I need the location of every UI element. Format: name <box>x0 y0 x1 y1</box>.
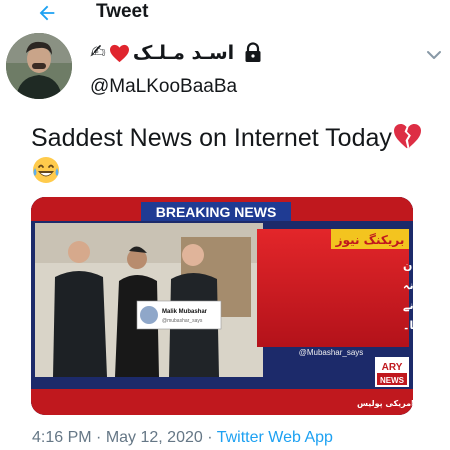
meta-separator: · <box>202 429 217 446</box>
ticker-bar <box>31 389 413 415</box>
inset-name: Malik Mubashar <box>162 309 208 315</box>
person-right-head <box>182 244 204 266</box>
watermark: @Mubashar_says <box>299 348 364 357</box>
lock-icon <box>245 42 261 62</box>
display-name-row[interactable]: ✍ اسـد مـلـک <box>90 40 263 66</box>
breaking-news-banner: BREAKING NEWS <box>156 204 277 220</box>
inset-avatar <box>140 306 158 324</box>
urdu-breaking-tag: بریکنگ نیوز <box>335 233 405 248</box>
display-name: اسـد مـلـک <box>132 42 235 64</box>
inset-handle: @mubashar_says <box>162 318 203 324</box>
red-heart-icon <box>109 44 129 62</box>
ticker-text: عدم ہر طرح چھڑول کے باوجود ایک ہی بات ۔ … <box>357 398 413 409</box>
broken-heart-icon <box>393 123 421 149</box>
urdu-headline-line: پاکستان کے معروف سابقہ ان <box>403 259 413 272</box>
person-left-body <box>53 271 107 377</box>
tweet-date[interactable]: May 12, 2020 <box>106 429 203 446</box>
tweet-time[interactable]: 4:16 PM <box>32 429 92 446</box>
urdu-headline-line: بتانے پر امریکی پولیس نے <box>403 299 413 312</box>
tweet-media-image[interactable]: BREAKING NEWS Malik Mubashar @mubashar_s… <box>31 197 413 415</box>
user-handle[interactable]: @MaLKooBaaBa <box>90 76 237 98</box>
urdu-headline-line: گرفتار کر لیا۔ <box>403 319 413 332</box>
person-left-head <box>68 241 90 263</box>
tweet-meta: 4:16 PM · May 12, 2020 · Twitter Web App <box>32 429 333 447</box>
page-title: Tweet <box>96 1 149 22</box>
tweet-text-line: Saddest News on Internet Today <box>31 124 392 152</box>
meta-separator: · <box>91 429 106 446</box>
urdu-headline-line: لڈن جعفری کو کرونا کا علاج نہ <box>403 279 413 293</box>
arrow-left-icon[interactable] <box>36 2 58 24</box>
writing-hand-icon: ✍ <box>90 42 106 63</box>
ary-logo-bottom: NEWS <box>380 376 405 385</box>
laughing-tears-icon <box>33 157 59 183</box>
source-app-link[interactable]: Twitter Web App <box>217 429 333 446</box>
tweet-text: Saddest News on Internet Today <box>31 123 431 192</box>
top-bar: Tweet <box>0 0 450 28</box>
ary-logo-top: ARY <box>382 362 403 373</box>
chevron-down-icon[interactable] <box>426 49 442 61</box>
avatar[interactable] <box>6 33 72 99</box>
